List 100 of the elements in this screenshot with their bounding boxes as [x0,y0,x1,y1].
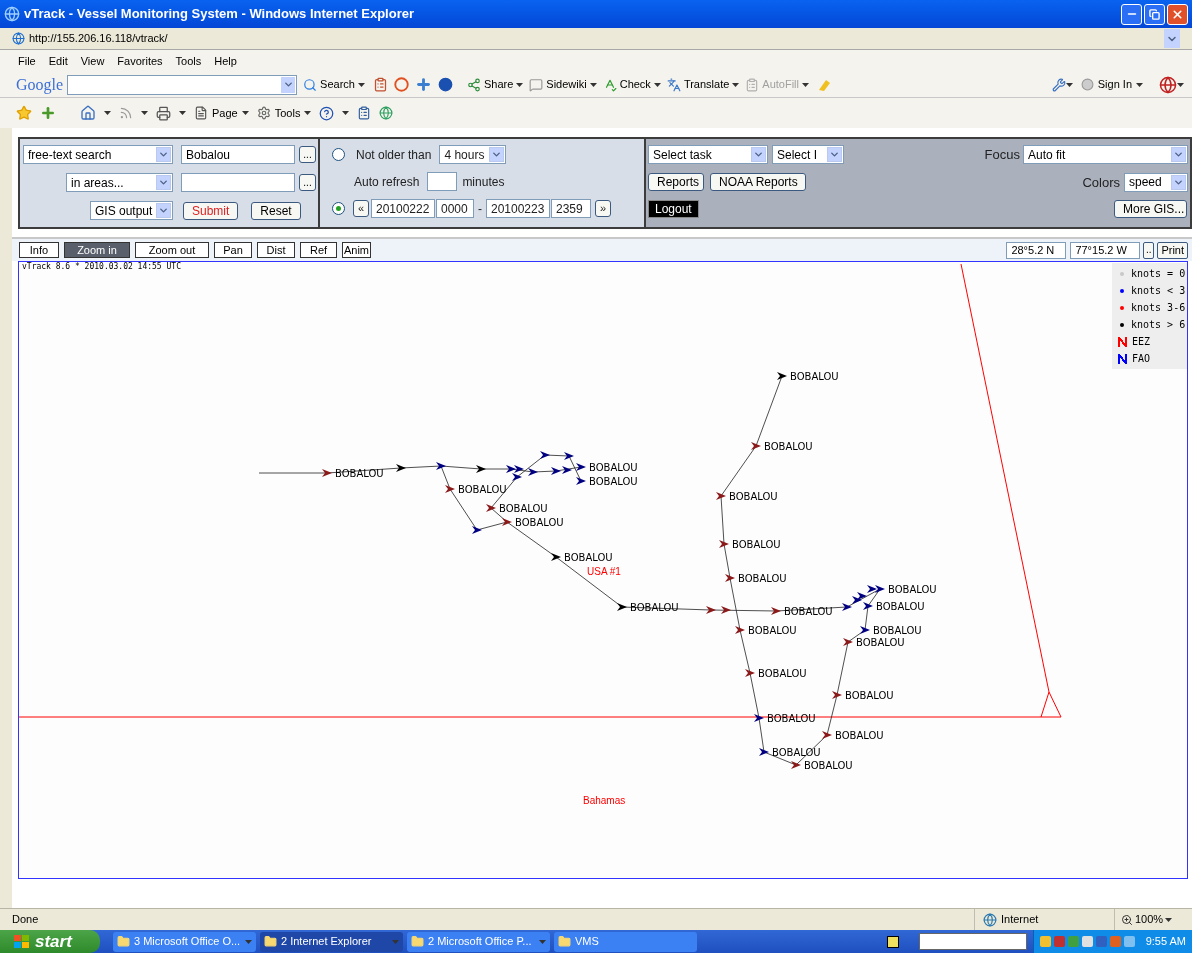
menu-item[interactable]: File [18,52,36,70]
map-tool-tab[interactable]: Info [19,242,59,258]
browse-button[interactable]: ... [299,146,316,163]
vessel-position-marker[interactable] [528,468,538,476]
favorites-star-icon[interactable] [16,105,32,121]
search-type-select[interactable]: free-text search [23,145,173,164]
taskbar-button[interactable]: 2 Internet Explorer [260,931,403,952]
focus-select[interactable]: Auto fit [1023,145,1188,165]
vessel-position-marker[interactable] [476,465,486,473]
vessel-position-marker[interactable] [514,465,524,473]
vessel-position-marker[interactable] [852,596,862,604]
menu-item[interactable]: Favorites [117,52,163,70]
vessel-position-marker[interactable] [719,540,729,548]
home-icon[interactable] [80,105,96,121]
latitude-field[interactable]: 28°5.2 N [1006,241,1067,259]
messenger-icon[interactable] [379,106,394,120]
vessel-position-marker[interactable] [751,442,761,450]
area-field[interactable] [181,173,295,192]
start-button[interactable]: start [0,930,100,953]
vessel-position-marker[interactable] [445,485,455,493]
google-search-field[interactable] [67,74,298,95]
print-icon[interactable] [156,105,171,121]
logout-button[interactable]: Logout [648,200,699,218]
map-tool-tab[interactable]: Dist [257,242,295,258]
page-menu[interactable]: Page [194,104,249,122]
search-field[interactable]: Bobalou [181,145,295,164]
vessel-position-marker[interactable] [860,626,870,634]
menu-item[interactable]: Edit [48,52,68,70]
map-tool-tab[interactable]: Zoom out [135,242,209,258]
research-icon[interactable] [357,106,372,120]
vessel-position-marker[interactable] [322,469,332,477]
tray-icon[interactable] [1081,936,1093,947]
more-gis-button[interactable]: More GIS... [1114,200,1187,218]
vessel-position-marker[interactable] [875,585,885,593]
to-time-field[interactable]: 2359 [551,199,591,218]
vessel-position-marker[interactable] [551,553,561,561]
vessel-position-marker[interactable] [512,473,522,481]
vessel-position-marker[interactable] [791,761,801,769]
vessel-position-marker[interactable] [506,465,516,473]
age-select[interactable]: 4 hours [439,145,507,164]
round-badge-icon[interactable] [437,77,453,92]
previous-button[interactable]: « [353,200,369,217]
radio-button[interactable] [332,202,345,215]
vessel-position-marker[interactable] [716,492,726,500]
radio-button[interactable] [332,148,345,161]
map-tool-tab[interactable]: Pan [214,242,252,258]
vessel-position-marker[interactable] [564,452,574,460]
longitude-field[interactable]: 77°15.2 W [1070,241,1141,259]
print-button[interactable]: Print [1157,241,1188,259]
taskbar-button[interactable]: 3 Microsoft Office O... [113,931,256,952]
taskbar-search-field[interactable] [918,933,1027,950]
notepad-icon[interactable] [372,77,388,92]
tools-menu[interactable]: Tools [256,104,312,122]
vessel-position-marker[interactable] [759,748,769,756]
vessel-position-marker[interactable] [867,585,877,593]
task-select[interactable]: Select task [648,145,768,165]
toolbar-button[interactable]: Search [303,76,365,93]
reset-button[interactable]: Reset [251,201,301,220]
vessel-position-marker[interactable] [540,451,550,459]
vessel-position-marker[interactable] [777,372,787,380]
vessel-position-marker[interactable] [472,526,482,534]
taskbar-button[interactable]: 2 Microsoft Office P... [407,931,550,952]
vessel-position-marker[interactable] [576,477,586,485]
vessel-position-marker[interactable] [745,669,755,677]
toolbar-button[interactable]: Share [466,76,524,93]
toolbar-button[interactable]: Check [602,76,661,93]
vessel-position-marker[interactable] [843,638,853,646]
vessel-position-marker[interactable] [562,466,572,474]
output-select[interactable]: GIS output [90,201,173,220]
menu-item[interactable]: Tools [175,52,202,70]
map-tool-tab[interactable]: Anim [342,242,371,258]
close-button[interactable] [1167,3,1188,25]
from-time-field[interactable]: 0000 [436,199,474,218]
map-tool-tab[interactable]: Ref [300,242,337,258]
next-button[interactable]: » [595,200,611,217]
vessel-position-marker[interactable] [842,603,852,611]
menu-item[interactable]: View [80,52,105,70]
vessel-position-marker[interactable] [735,626,745,634]
noaa-reports-button[interactable]: NOAA Reports [710,173,806,192]
vessel-position-marker[interactable] [721,606,731,614]
vessel-position-marker[interactable] [502,518,512,526]
vessel-position-marker[interactable] [771,607,781,615]
vessel-position-marker[interactable] [617,603,627,611]
add-favorite-icon[interactable] [40,105,56,121]
vessel-position-marker[interactable] [486,504,496,512]
secondary-select[interactable]: Select I [772,145,844,165]
wrench-icon[interactable] [1051,77,1066,92]
from-date-field[interactable]: 20100222 [371,199,435,218]
minimize-button[interactable] [1121,3,1142,25]
restore-button[interactable] [1144,3,1165,25]
browse-button[interactable]: ... [299,174,316,191]
vessel-position-marker[interactable] [576,463,586,471]
reports-button[interactable]: Reports [648,173,704,192]
coordinate-options-button[interactable]: .. [1143,241,1155,259]
vessel-position-marker[interactable] [436,462,446,470]
vessel-position-marker[interactable] [754,714,764,722]
menu-item[interactable]: Help [214,52,237,70]
map-tool-tab[interactable]: Zoom in [64,242,130,258]
vessel-position-marker[interactable] [832,691,842,699]
vessel-position-marker[interactable] [706,606,716,614]
